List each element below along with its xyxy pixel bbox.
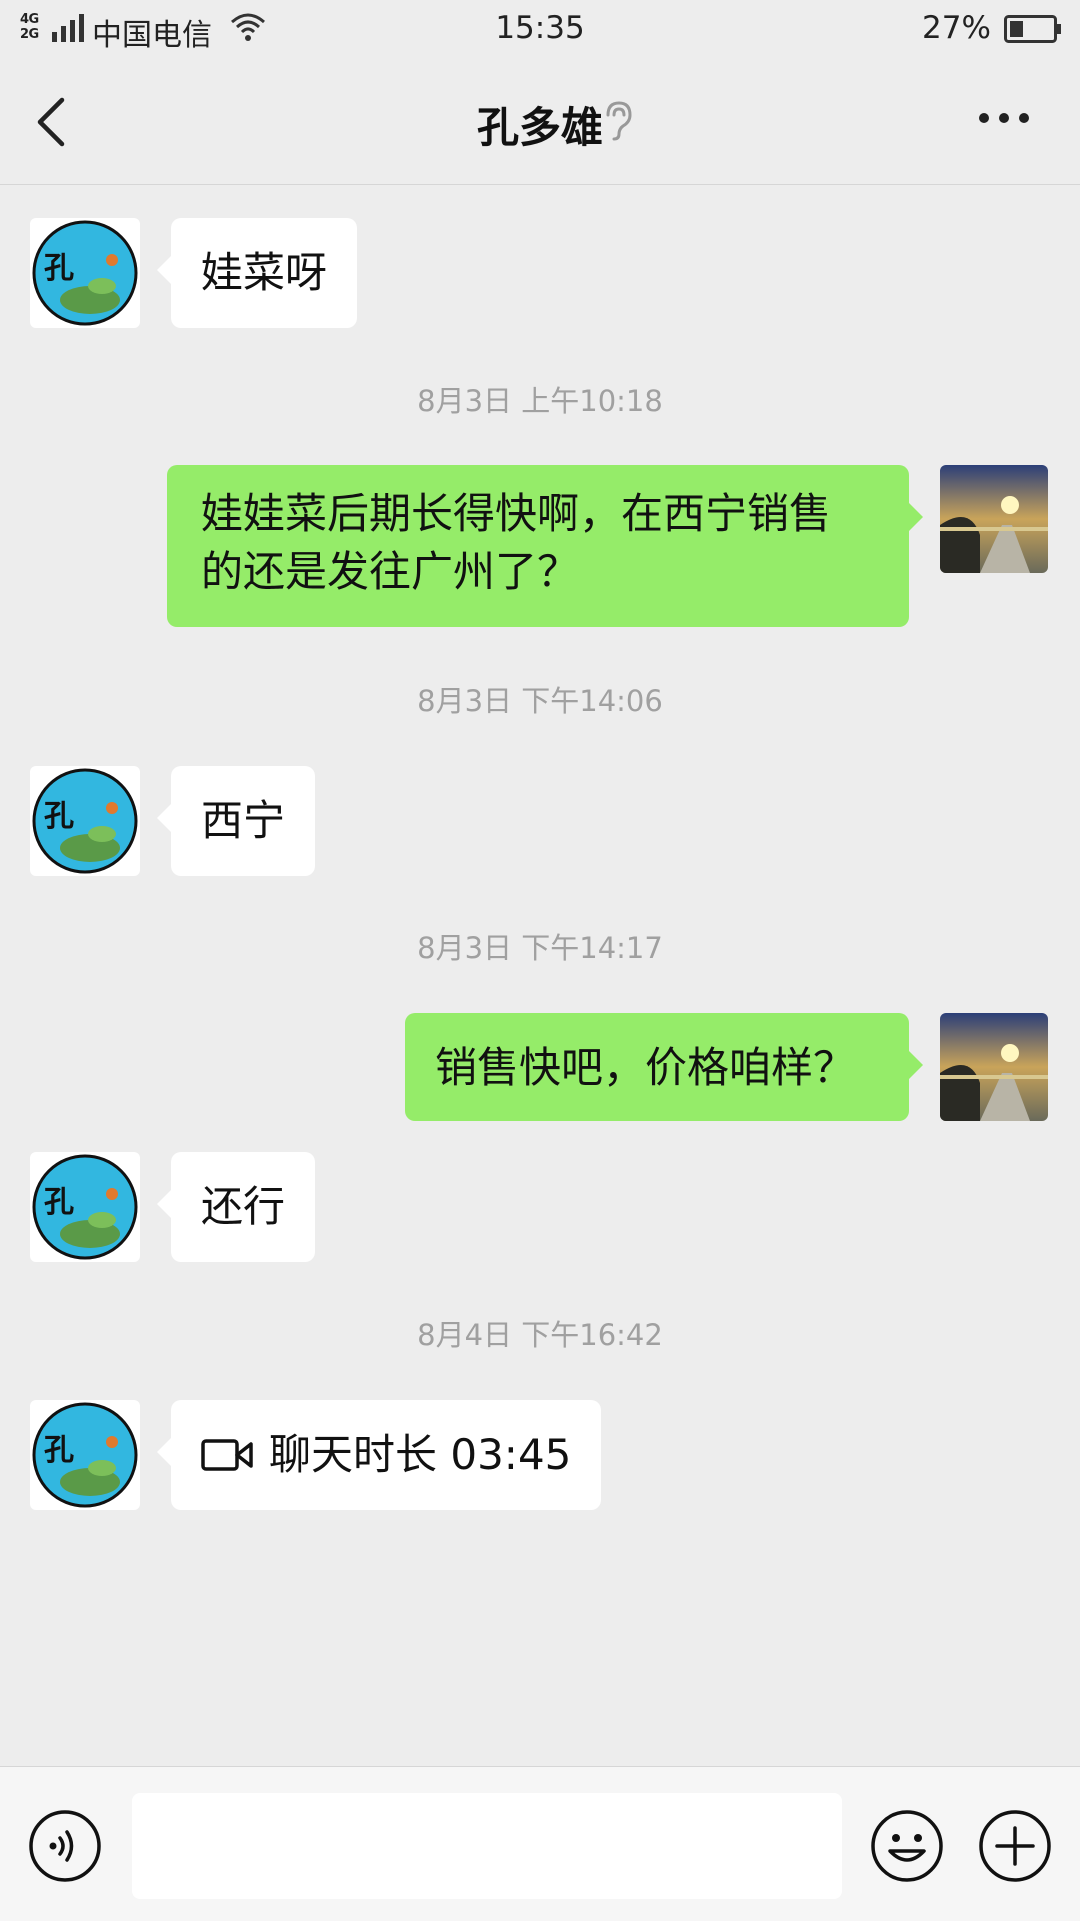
svg-text:孔: 孔 [44, 251, 74, 286]
message-bubble-received[interactable]: 西宁 [156, 766, 316, 876]
chat-header: 孔多雄 [0, 58, 1080, 185]
message-timestamp: 8月3日 上午10:18 [417, 384, 663, 418]
input-bar [0, 1766, 1080, 1921]
message-bubble-sent[interactable]: 娃娃菜后期长得快啊，在西宁销售 的还是发往广州了？ [167, 465, 923, 627]
avatar-image [940, 465, 1048, 573]
svg-text:孔: 孔 [44, 799, 74, 834]
contact-avatar[interactable]: 孔 [30, 1400, 140, 1510]
svg-text:孔: 孔 [44, 1433, 74, 1468]
battery-icon [1004, 15, 1061, 43]
svg-text:孔: 孔 [44, 1185, 74, 1220]
plus-icon[interactable] [978, 1809, 1052, 1883]
my-avatar[interactable] [940, 465, 1048, 573]
video-call-record[interactable]: 聊天时长 03:45 [156, 1400, 602, 1510]
message-timestamp: 8月3日 下午14:17 [417, 931, 663, 965]
contact-avatar[interactable]: 孔 [30, 218, 140, 328]
contact-avatar[interactable]: 孔 [30, 766, 140, 876]
message-timestamp: 8月3日 下午14:06 [417, 684, 663, 718]
voice-icon[interactable] [28, 1809, 102, 1883]
video-call-icon [201, 1438, 253, 1471]
avatar-image: 孔 [32, 1154, 138, 1260]
clock: 15:35 [495, 10, 585, 46]
message-bubble-received[interactable]: 娃菜呀 [156, 218, 358, 328]
avatar-image: 孔 [32, 220, 138, 326]
contact-avatar[interactable]: 孔 [30, 1152, 140, 1262]
more-icon[interactable] [976, 108, 1032, 128]
message-timestamp: 8月4日 下午16:42 [417, 1318, 663, 1352]
my-avatar[interactable] [940, 1013, 1048, 1121]
message-list: 孔 娃菜呀 8月3日 上午10:18 娃娃菜后期长得快啊，在西宁销售 的还是发往… [0, 185, 1080, 1765]
message-bubble-received[interactable]: 还行 [156, 1152, 316, 1262]
battery-percent: 27% [922, 10, 991, 46]
ear-icon [606, 101, 632, 141]
message-input[interactable] [132, 1793, 842, 1899]
avatar-image [940, 1013, 1048, 1121]
chat-title: 孔多雄 [476, 103, 603, 152]
avatar-image: 孔 [32, 1402, 138, 1508]
avatar-image: 孔 [32, 768, 138, 874]
status-bar: 4G 2G 中国电信 15:35 27% [0, 0, 1080, 58]
message-bubble-sent[interactable]: 销售快吧，价格咱样？ [405, 1013, 923, 1121]
emoji-icon[interactable] [870, 1809, 944, 1883]
